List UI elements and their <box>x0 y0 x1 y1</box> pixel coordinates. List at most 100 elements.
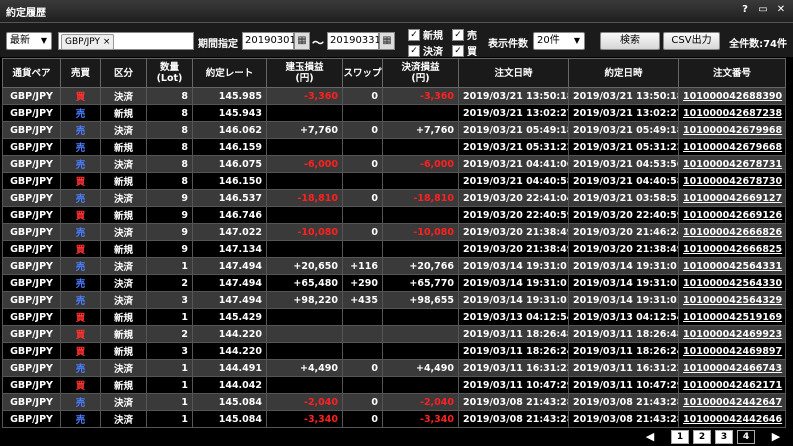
col-position-pl-label: 建玉損益 (円) <box>285 62 324 84</box>
cell-order-datetime: 2019/03/21 04:41:06 <box>458 155 569 173</box>
col-order-datetime[interactable]: 注文日時 <box>458 58 569 88</box>
restore-icon[interactable]: ▭ <box>757 3 769 17</box>
cell-qty: 8 <box>146 155 193 173</box>
cell-order-number[interactable]: 101000042669127 <box>678 189 786 207</box>
cell-qty: 1 <box>146 257 193 275</box>
checkbox-settle[interactable]: ✓ 決済 <box>408 43 443 58</box>
next-page-icon[interactable]: ▶ <box>769 431 783 443</box>
cell-position-pl: +4,490 <box>266 359 343 377</box>
cell-order-number[interactable]: 101000042687238 <box>678 104 786 122</box>
cell-order-number[interactable]: 101000042564329 <box>678 291 786 309</box>
checkbox-buy[interactable]: ✓ 買 <box>452 43 477 58</box>
cell-order-number[interactable]: 101000042679968 <box>678 121 786 139</box>
col-position-pl[interactable]: 建玉損益 (円) <box>266 58 343 88</box>
cell-order-number[interactable]: 101000042469897 <box>678 342 786 360</box>
cell-pair: GBP/JPY <box>2 189 61 207</box>
page-button[interactable]: 3 <box>715 430 733 444</box>
table-header-row: 通貨ペア 売買 区分 数量 (Lot) 約定レート 建玉損益 (円) スワップ … <box>2 58 786 88</box>
checkbox-sell[interactable]: ✓ 売 <box>452 27 477 42</box>
table-row[interactable]: GBP/JPY 売決済 8 146.062 +7,760 0 +7,760 2019/03/2… <box>2 121 786 139</box>
cell-order-number[interactable]: 101000042564330 <box>678 274 786 292</box>
cell-position-pl <box>266 325 343 343</box>
help-icon[interactable]: ? <box>739 3 751 17</box>
table-row[interactable]: GBP/JPY 買決済 8 145.985 -3,360 0 -3,360 2019/03/2… <box>2 87 786 105</box>
chip-remove-icon[interactable]: × <box>103 37 111 47</box>
cell-order-number[interactable]: 101000042442646 <box>678 410 786 428</box>
cell-qty: 8 <box>146 87 193 105</box>
cell-order-number[interactable]: 101000042469923 <box>678 325 786 343</box>
cell-pair: GBP/JPY <box>2 359 61 377</box>
col-qty[interactable]: 数量 (Lot) <box>146 58 193 88</box>
table-row[interactable]: GBP/JPY 買新規 1 145.429 2019/03/13 04:12:54 201… <box>2 308 786 326</box>
col-settle-pl[interactable]: 決済損益 (円) <box>382 58 459 88</box>
col-type[interactable]: 区分 <box>100 58 147 88</box>
table-row[interactable]: GBP/JPY 売決済 9 146.537 -18,810 0 -18,810 2019/03… <box>2 189 786 207</box>
table-row[interactable]: GBP/JPY 売決済 3 147.494 +98,220 +435 +98,655 2019… <box>2 291 786 309</box>
cell-order-number[interactable]: 101000042678731 <box>678 155 786 173</box>
cell-rate: 144.220 <box>192 325 267 343</box>
table-row[interactable]: GBP/JPY 売決済 1 144.491 +4,490 0 +4,490 2019/03/1… <box>2 359 786 377</box>
col-exec-datetime[interactable]: 約定日時 <box>568 58 679 88</box>
table-row[interactable]: GBP/JPY 売決済 9 147.022 -10,080 0 -10,080 2019/03… <box>2 223 786 241</box>
cell-order-number[interactable]: 101000042669126 <box>678 206 786 224</box>
checkbox-new[interactable]: ✓ 新規 <box>408 27 443 42</box>
col-rate[interactable]: 約定レート <box>192 58 267 88</box>
table-row[interactable]: GBP/JPY 売新規 8 145.943 2019/03/21 13:02:27 201… <box>2 104 786 122</box>
col-side[interactable]: 売買 <box>60 58 101 88</box>
calendar-icon[interactable]: ▦ <box>379 32 395 50</box>
table-row[interactable]: GBP/JPY 売決済 2 147.494 +65,480 +290 +65,770 2019… <box>2 274 786 292</box>
table-row[interactable]: GBP/JPY 売決済 1 145.084 -2,040 0 -2,040 2019/03/0… <box>2 393 786 411</box>
col-pair[interactable]: 通貨ペア <box>2 58 61 88</box>
sort-select[interactable]: 最新 ▼ <box>6 32 52 50</box>
cell-swap: 0 <box>342 393 383 411</box>
cell-swap <box>342 325 383 343</box>
cell-settle-pl: +4,490 <box>382 359 459 377</box>
col-swap[interactable]: スワップ <box>342 58 383 88</box>
cell-order-number[interactable]: 101000042688390 <box>678 87 786 105</box>
cell-order-number[interactable]: 101000042678730 <box>678 172 786 190</box>
calendar-icon[interactable]: ▦ <box>294 32 310 50</box>
table-row[interactable]: GBP/JPY 買新規 8 146.150 2019/03/21 04:40:58 201… <box>2 172 786 190</box>
col-order-number[interactable]: 注文番号 <box>678 58 786 88</box>
cell-order-number[interactable]: 101000042442647 <box>678 393 786 411</box>
cell-settle-pl: -18,810 <box>382 189 459 207</box>
cell-rate: 145.943 <box>192 104 267 122</box>
date-from-input[interactable]: 20190301 <box>242 32 296 50</box>
table-row[interactable]: GBP/JPY 売決済 1 147.494 +20,650 +116 +20,766 2019… <box>2 257 786 275</box>
cell-position-pl <box>266 240 343 258</box>
cell-order-datetime: 2019/03/21 05:49:18 <box>458 121 569 139</box>
close-icon[interactable]: ✕ <box>775 3 787 17</box>
table-row[interactable]: GBP/JPY 買新規 2 144.220 2019/03/11 18:26:48 201… <box>2 325 786 343</box>
page-button[interactable]: 1 <box>671 430 689 444</box>
cell-order-number[interactable]: 101000042462171 <box>678 376 786 394</box>
cell-qty: 1 <box>146 308 193 326</box>
display-count-select[interactable]: 20件 ▼ <box>533 32 585 50</box>
prev-page-icon[interactable]: ◀ <box>643 431 657 443</box>
cell-order-number[interactable]: 101000042666826 <box>678 223 786 241</box>
table-row[interactable]: GBP/JPY 売決済 8 146.075 -6,000 0 -6,000 2019/03/2… <box>2 155 786 173</box>
cell-swap: 0 <box>342 189 383 207</box>
search-button[interactable]: 検索 <box>600 32 660 50</box>
table-row[interactable]: GBP/JPY 買新規 3 144.220 2019/03/11 18:26:24 201… <box>2 342 786 360</box>
cell-exec-datetime: 2019/03/14 19:31:01 <box>568 257 679 275</box>
cell-order-number[interactable]: 101000042564331 <box>678 257 786 275</box>
table-row[interactable]: GBP/JPY 買新規 9 146.746 2019/03/20 22:40:59 201… <box>2 206 786 224</box>
cell-order-number[interactable]: 101000042519169 <box>678 308 786 326</box>
cell-position-pl <box>266 206 343 224</box>
cell-order-number[interactable]: 101000042466743 <box>678 359 786 377</box>
cell-order-number[interactable]: 101000042679668 <box>678 138 786 156</box>
table-row[interactable]: GBP/JPY 買新規 9 147.134 2019/03/20 21:38:49 201… <box>2 240 786 258</box>
table-row[interactable]: GBP/JPY 買新規 1 144.042 2019/03/11 10:47:29 201… <box>2 376 786 394</box>
cell-order-number[interactable]: 101000042666825 <box>678 240 786 258</box>
table-row[interactable]: GBP/JPY 売新規 8 146.159 2019/03/21 05:31:22 201… <box>2 138 786 156</box>
pair-filter-input[interactable]: GBP/JPY × <box>58 32 194 50</box>
pair-chip[interactable]: GBP/JPY × <box>61 34 115 50</box>
page-button[interactable]: 2 <box>693 430 711 444</box>
table-row[interactable]: GBP/JPY 売決済 1 145.084 -3,340 0 -3,340 2019/03/0… <box>2 410 786 428</box>
page-button-current[interactable]: 4 <box>737 430 755 444</box>
date-to-input[interactable]: 20190331 <box>327 32 381 50</box>
cell-type: 決済 <box>100 274 147 292</box>
cell-rate: 146.746 <box>192 206 267 224</box>
cell-exec-datetime: 2019/03/08 21:43:28 <box>568 410 679 428</box>
csv-export-button[interactable]: CSV出力 <box>663 32 720 50</box>
